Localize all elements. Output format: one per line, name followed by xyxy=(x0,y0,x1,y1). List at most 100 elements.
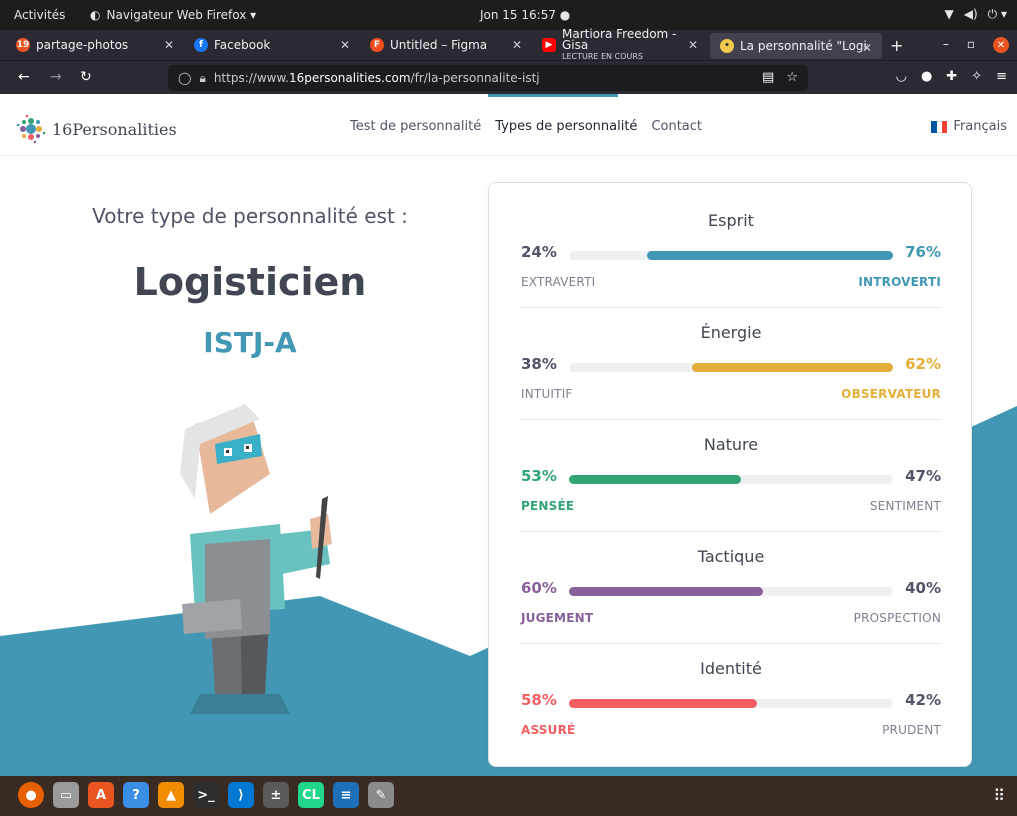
facebook-icon: f xyxy=(194,38,208,52)
trait-left-percent: 24% xyxy=(521,243,557,261)
navigation-toolbar: ← → ↻ ◯ 🔒︎ https://www.16personalities.c… xyxy=(0,60,1017,94)
tab-facebook[interactable]: f Facebook ✕ xyxy=(184,30,360,60)
close-tab-icon[interactable]: ✕ xyxy=(164,38,174,52)
maximize-icon[interactable]: ▫ xyxy=(967,37,975,53)
url-path: /fr/la-personnalite-istj xyxy=(410,71,540,85)
url-domain: 16personalities.com xyxy=(289,71,411,85)
trait-left-percent: 58% xyxy=(521,691,557,709)
reader-view-icon[interactable]: ▤ xyxy=(762,70,774,85)
lock-icon[interactable]: 🔒︎ xyxy=(199,71,205,86)
french-flag-icon xyxy=(931,120,948,133)
puzzle-icon[interactable]: ✧ xyxy=(971,69,982,84)
close-window-icon[interactable]: ✕ xyxy=(993,37,1009,53)
tracking-shield-icon[interactable]: ◯ xyxy=(178,71,191,85)
extension-icon[interactable]: ✚ xyxy=(946,69,957,84)
personality-type-code: ISTJ-A xyxy=(203,326,297,359)
tab-figma[interactable]: F Untitled – Figma ✕ xyxy=(360,30,532,60)
tab-16personalities[interactable]: • La personnalité "Logistic ✕ xyxy=(710,33,882,59)
trait-nature: Nature 53% 47% PENSÉE SENTIMENT xyxy=(521,407,941,532)
clock[interactable]: Jon 15 16:57 ● xyxy=(480,8,570,22)
tab-youtube[interactable]: ▶ Martiora Freedom - Gisa LECTURE EN COU… xyxy=(532,28,708,61)
tab-title: Untitled – Figma xyxy=(390,38,488,52)
trait-bar-fill xyxy=(569,587,764,596)
system-tray[interactable]: ▼ ◀) ⏻ ▾ xyxy=(945,7,1008,22)
trait-title: Nature xyxy=(703,435,759,454)
back-icon[interactable]: ← xyxy=(18,69,30,85)
trait-left-percent: 53% xyxy=(521,467,557,485)
activities-button[interactable]: Activités xyxy=(14,8,65,22)
menu-icon[interactable]: ≡ xyxy=(996,69,1007,84)
trait-right-label: SENTIMENT xyxy=(869,499,941,513)
dock-terminal-icon[interactable]: >_ xyxy=(193,782,219,808)
forward-icon[interactable]: → xyxy=(50,69,62,85)
dock-text-editor-icon[interactable]: ✎ xyxy=(368,782,394,808)
bookmark-star-icon[interactable]: ☆ xyxy=(786,70,798,85)
youtube-icon: ▶ xyxy=(542,38,556,52)
site-header: 16Personalities Test de personnalité Typ… xyxy=(0,94,1017,156)
nav-item-types[interactable]: Types de personnalité xyxy=(495,119,637,134)
profile-icon[interactable]: ● xyxy=(921,69,932,84)
wifi-icon: ▼ xyxy=(944,7,954,21)
dock-writer-icon[interactable]: ≡ xyxy=(333,782,359,808)
trait-bar-track xyxy=(569,587,893,596)
figma-icon: F xyxy=(370,38,384,52)
main-nav: Test de personnalité Types de personnali… xyxy=(350,119,702,134)
taskbar-dock: ● ▭ A? ▲ >_ ⟩ ± CL ≡ ✎ ⠿ xyxy=(0,776,1017,816)
close-tab-icon[interactable]: ✕ xyxy=(512,38,522,52)
close-tab-icon[interactable]: ✕ xyxy=(862,41,872,55)
app-menu-label: Navigateur Web Firefox ▾ xyxy=(106,8,257,22)
system-top-bar: Activités ◐ Navigateur Web Firefox ▾ Jon… xyxy=(0,0,1017,30)
tab-partage-photos[interactable]: 19 partage-photos ✕ xyxy=(6,30,184,60)
trait-right-percent: 42% xyxy=(905,691,941,709)
logo-text: 16Personalities xyxy=(52,119,177,139)
trait-right-label: OBSERVATEUR xyxy=(841,387,941,401)
trait-left-label: PENSÉE xyxy=(521,499,575,513)
dock-help-icon[interactable]: ? xyxy=(123,782,149,808)
nav-item-test[interactable]: Test de personnalité xyxy=(350,119,481,134)
language-label: Français xyxy=(953,119,1007,134)
trait-left-percent: 60% xyxy=(521,579,557,597)
pocket-icon[interactable]: ◡ xyxy=(896,69,907,84)
new-tab-button[interactable]: + xyxy=(890,36,903,55)
active-nav-indicator xyxy=(488,94,618,97)
show-apps-grid-icon[interactable]: ⠿ xyxy=(993,786,1005,805)
reload-icon[interactable]: ↻ xyxy=(80,69,92,85)
trait-right-percent: 47% xyxy=(905,467,941,485)
trait-tactics: Tactique 60% 40% JUGEMENT PROSPECTION xyxy=(521,519,941,644)
close-tab-icon[interactable]: ✕ xyxy=(688,38,698,52)
url-prefix: https://www. xyxy=(213,71,289,85)
dock-firefox-icon[interactable]: ● xyxy=(18,782,44,808)
trait-left-label: INTUITIF xyxy=(521,387,573,401)
url-bar[interactable]: ◯ 🔒︎ https://www.16personalities.com/fr/… xyxy=(168,65,808,91)
trait-title: Énergie xyxy=(700,323,762,342)
trait-right-label: PROSPECTION xyxy=(853,611,941,625)
site-logo[interactable]: 16Personalities xyxy=(14,112,177,146)
trait-identity: Identité 58% 42% ASSURÉ PRUDENT xyxy=(521,631,941,743)
url-text: https://www.16personalities.com/fr/la-pe… xyxy=(214,71,540,85)
nav-item-contact[interactable]: Contact xyxy=(651,119,702,134)
dock-software-icon[interactable]: A xyxy=(88,782,114,808)
tab-title: La personnalité "Logistic xyxy=(740,39,868,53)
dock-files-icon[interactable]: ▭ xyxy=(53,782,79,808)
tab-title: partage-photos xyxy=(36,38,129,52)
close-tab-icon[interactable]: ✕ xyxy=(340,38,350,52)
power-icon: ⏻ ▾ xyxy=(987,7,1007,21)
minimize-icon[interactable]: – xyxy=(943,37,949,53)
language-selector[interactable]: Français xyxy=(931,119,1007,134)
tab-title: Facebook xyxy=(214,38,271,52)
trait-bar-track xyxy=(569,699,893,708)
trait-title: Esprit xyxy=(708,211,754,230)
dock-vlc-icon[interactable]: ▲ xyxy=(158,782,184,808)
volume-icon: ◀) xyxy=(963,7,978,21)
trait-right-label: PRUDENT xyxy=(882,723,941,737)
personality-traits-card: Esprit 24% 76% EXTRAVERTI INTROVERTI Éne… xyxy=(488,182,972,767)
hero-intro: Votre type de personnalité est : xyxy=(92,204,408,228)
dock-clion-icon[interactable]: CL xyxy=(298,782,324,808)
dock-vscode-icon[interactable]: ⟩ xyxy=(228,782,254,808)
tab-favicon-icon: 19 xyxy=(16,38,30,52)
dock-calculator-icon[interactable]: ± xyxy=(263,782,289,808)
logo-dots-icon xyxy=(16,114,46,144)
trait-bar-fill xyxy=(646,251,893,260)
app-menu[interactable]: ◐ Navigateur Web Firefox ▾ xyxy=(90,8,256,22)
trait-title: Tactique xyxy=(697,547,765,566)
